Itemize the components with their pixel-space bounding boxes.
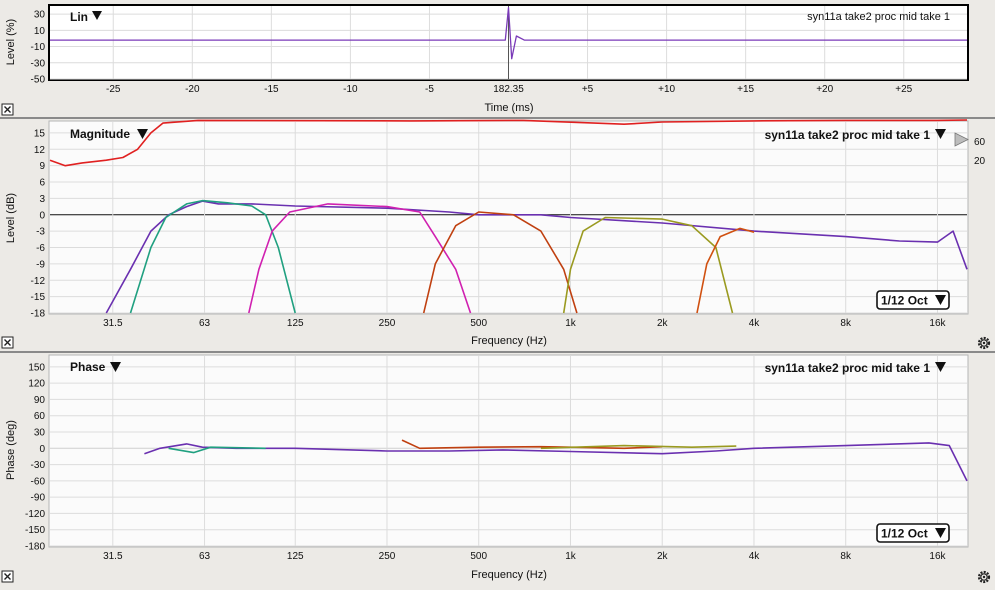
measurement-window: 3010-10-30-50 -25 -20 -15 -10 -5 182.35 +5 +10 +… <box>0 0 995 584</box>
phase-smoothing-button[interactable]: 1/12 Oct <box>876 523 950 543</box>
y-tick-label: 150 <box>28 362 45 373</box>
x-tick-label: 182.35 <box>493 84 524 95</box>
magnitude-right-tick: 60 <box>974 137 986 148</box>
x-tick-label: +10 <box>658 84 675 95</box>
magnitude-y-axis-label: Level (dB) <box>5 193 17 243</box>
x-tick-label: +5 <box>582 84 594 95</box>
magnitude-close-icon[interactable] <box>1 336 14 349</box>
x-tick-label: 63 <box>199 551 211 562</box>
y-tick-label: 60 <box>34 411 46 422</box>
x-tick-label: 4k <box>749 318 761 329</box>
x-tick-label: 8k <box>840 318 852 329</box>
x-tick-label: -5 <box>425 84 434 95</box>
x-tick-label: 16k <box>929 318 946 329</box>
x-tick-label: +25 <box>895 84 912 95</box>
x-tick-label: 63 <box>199 318 211 329</box>
phase-close-icon[interactable] <box>1 570 14 583</box>
magnitude-right-tick: 20 <box>974 156 986 167</box>
x-tick-label: -20 <box>185 84 200 95</box>
phase-trace-label: syn11a take2 proc mid take 1 <box>765 361 931 375</box>
y-tick-label: -30 <box>31 58 46 69</box>
x-tick-label: 2k <box>657 318 669 329</box>
magnitude-gear-icon[interactable] <box>977 336 991 350</box>
y-tick-label: 90 <box>34 395 46 406</box>
x-tick-label: 8k <box>840 551 852 562</box>
y-tick-label: 0 <box>39 210 45 221</box>
x-tick-label: +15 <box>737 84 754 95</box>
y-tick-label: -3 <box>36 227 45 238</box>
impulse-close-icon[interactable] <box>1 103 14 116</box>
phase-gear-icon[interactable] <box>977 570 991 584</box>
magnitude-x-axis-label: Frequency (Hz) <box>471 335 547 347</box>
x-tick-label: 2k <box>657 551 669 562</box>
y-tick-label: -30 <box>31 460 46 471</box>
x-tick-label: +20 <box>816 84 833 95</box>
x-tick-label: 16k <box>929 551 946 562</box>
y-tick-label: -180 <box>25 542 45 553</box>
y-tick-label: -18 <box>31 309 46 320</box>
impulse-x-axis-label: Time (ms) <box>484 102 533 114</box>
x-tick-label: 4k <box>749 551 761 562</box>
x-tick-label: -10 <box>343 84 358 95</box>
magnitude-plot-area[interactable] <box>48 120 969 315</box>
magnitude-smoothing-button[interactable]: 1/12 Oct <box>876 290 950 310</box>
x-tick-label: 31.5 <box>103 551 123 562</box>
y-tick-label: 3 <box>39 194 45 205</box>
y-tick-label: 12 <box>34 145 46 156</box>
y-tick-label: -120 <box>25 509 45 520</box>
x-tick-label: -15 <box>264 84 279 95</box>
y-tick-label: -60 <box>31 476 46 487</box>
x-tick-label: 125 <box>287 551 304 562</box>
impulse-y-axis-label: Level (%) <box>5 19 17 65</box>
magnitude-smoothing-label: 1/12 Oct <box>881 294 928 308</box>
x-tick-label: 31.5 <box>103 318 123 329</box>
y-tick-label: 30 <box>34 10 46 21</box>
x-tick-label: 1k <box>565 318 577 329</box>
magnitude-trace-label: syn11a take2 proc mid take 1 <box>765 128 931 142</box>
y-tick-label: -90 <box>31 493 46 504</box>
magnitude-title[interactable]: Magnitude <box>70 127 130 141</box>
x-tick-label: 125 <box>287 318 304 329</box>
y-tick-label: 0 <box>39 444 45 455</box>
y-tick-label: -9 <box>36 259 45 270</box>
phase-smoothing-label: 1/12 Oct <box>881 527 928 541</box>
impulse-trace-label: syn11a take2 proc mid take 1 <box>807 11 950 23</box>
y-tick-label: -50 <box>31 75 46 86</box>
x-tick-label: 250 <box>379 551 396 562</box>
y-tick-label: 6 <box>39 178 45 189</box>
phase-title[interactable]: Phase <box>70 360 106 374</box>
y-tick-label: -6 <box>36 243 45 254</box>
y-tick-label: -12 <box>31 276 46 287</box>
y-tick-label: -15 <box>31 292 46 303</box>
y-tick-label: 120 <box>28 379 45 390</box>
y-tick-label: 10 <box>34 26 46 37</box>
impulse-title[interactable]: Lin <box>70 10 88 24</box>
phase-y-axis-label: Phase (deg) <box>5 420 17 480</box>
y-tick-label: -150 <box>25 525 45 536</box>
x-tick-label: 500 <box>470 318 487 329</box>
x-tick-label: -25 <box>106 84 121 95</box>
y-tick-label: 9 <box>39 161 45 172</box>
x-tick-label: 250 <box>379 318 396 329</box>
y-tick-label: 30 <box>34 428 46 439</box>
y-tick-label: -10 <box>31 42 46 53</box>
x-tick-label: 1k <box>565 551 577 562</box>
y-tick-label: 15 <box>34 128 46 139</box>
x-tick-label: 500 <box>470 551 487 562</box>
phase-x-axis-label: Frequency (Hz) <box>471 569 547 581</box>
